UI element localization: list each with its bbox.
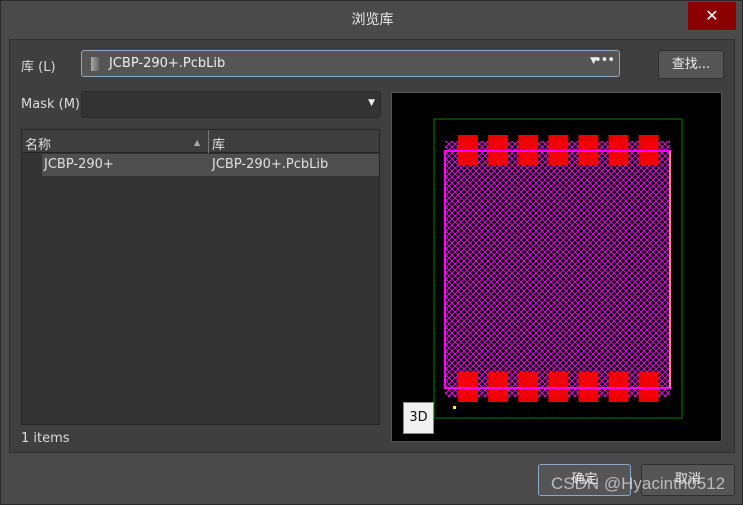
footprint-preview[interactable]: 3D [391, 92, 722, 442]
close-button[interactable]: ✕ [688, 2, 736, 30]
body-hatch [445, 141, 670, 397]
library-file-icon [91, 57, 99, 71]
close-icon: ✕ [705, 6, 719, 25]
library-value: JCBP-290+.PcbLib [109, 56, 226, 71]
column-divider[interactable] [208, 130, 209, 153]
list-header: 名称 ▲ 库 [22, 130, 379, 153]
library-label: 库 (L) [21, 60, 56, 75]
column-header-name[interactable]: 名称 [25, 134, 51, 153]
column-header-library[interactable]: 库 [212, 134, 225, 153]
watermark: CSDN @Hyacinth0512 [551, 474, 726, 493]
library-dropdown[interactable]: JCBP-290+.PcbLib ▼ ••• [81, 50, 620, 77]
cell-library: JCBP-290+.PcbLib [212, 157, 329, 172]
dialog-title: 浏览库 [351, 12, 394, 28]
table-row[interactable]: JCBP-290+ JCBP-290+.PcbLib [42, 154, 379, 176]
sort-ascending-icon[interactable]: ▲ [194, 138, 200, 147]
chevron-down-icon[interactable]: ▼ [368, 98, 375, 108]
cell-name: JCBP-290+ [44, 157, 114, 172]
browse-library-dialog: 浏览库 ✕ 库 (L) JCBP-290+.PcbLib ▼ ••• 查找...… [0, 0, 743, 505]
more-options-icon[interactable]: ••• [594, 53, 615, 68]
mask-label: Mask (M) [21, 97, 80, 112]
3d-view-button[interactable]: 3D [403, 402, 434, 434]
pin1-marker [453, 406, 456, 409]
footprint-drawing [433, 118, 683, 419]
item-count: 1 items [21, 431, 70, 446]
component-list[interactable]: 名称 ▲ 库 JCBP-290+ JCBP-290+.PcbLib [21, 129, 380, 425]
search-button[interactable]: 查找... [658, 50, 724, 79]
mask-input[interactable]: ▼ [81, 91, 381, 118]
